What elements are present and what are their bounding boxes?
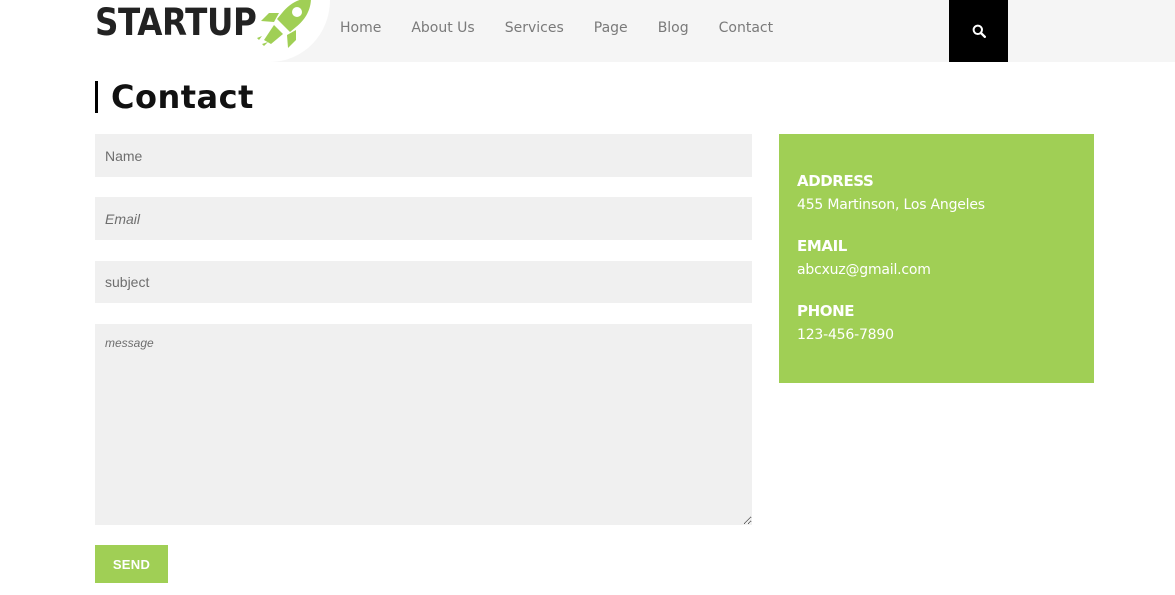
address-label: ADDRESS [797,172,874,190]
email-value[interactable]: abcxuz@gmail.com [797,260,931,280]
nav-blog[interactable]: Blog [658,20,689,36]
search-button[interactable] [949,0,1008,62]
phone-label: PHONE [797,302,855,320]
site-logo[interactable]: STARTUP [95,0,311,48]
rocket-icon [257,0,311,48]
address-value: 455 Martinson, Los Angeles [797,197,985,213]
email-label: EMAIL [797,237,847,255]
logo-text: STARTUP [95,1,257,44]
address-block: ADDRESS 455 Martinson, Los Angeles [797,171,985,215]
send-button[interactable]: SEND [95,545,168,583]
phone-block: PHONE 123-456-7890 [797,301,894,345]
name-input[interactable] [95,134,752,177]
nav-home[interactable]: Home [340,20,381,36]
nav-services[interactable]: Services [505,20,564,36]
nav-about-us[interactable]: About Us [411,20,474,36]
message-textarea[interactable] [95,324,752,525]
email-input[interactable] [95,197,752,240]
nav-page[interactable]: Page [594,20,628,36]
page-title: Contact [111,78,254,116]
subject-input[interactable] [95,261,752,303]
title-accent-bar [95,81,98,113]
main-nav: Home About Us Services Page Blog Contact [340,0,803,55]
page-heading: Contact [95,78,254,116]
nav-contact[interactable]: Contact [719,20,773,36]
site-header: STARTUP Home About Us Services Page Blog… [0,0,1175,62]
email-block: EMAIL abcxuz@gmail.com [797,236,931,280]
contact-info-box: ADDRESS 455 Martinson, Los Angeles EMAIL… [779,134,1094,383]
search-icon [972,24,986,38]
phone-value[interactable]: 123-456-7890 [797,325,894,345]
